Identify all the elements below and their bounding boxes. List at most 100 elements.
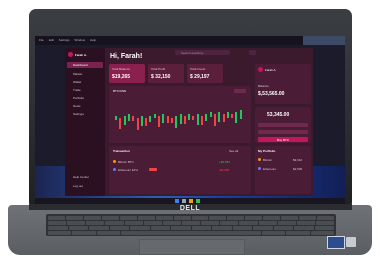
sidebar-item-settings[interactable]: Settings [73, 112, 84, 116]
sidebar-help[interactable]: Help Center [73, 175, 89, 179]
menu-settings[interactable]: Settings [59, 36, 70, 45]
candle [136, 118, 139, 130]
page-title: Hi, Farah! [110, 53, 143, 60]
portfolio-item-name: Ethereum [263, 167, 277, 171]
bitcoin-icon [113, 160, 116, 163]
taskbar [35, 198, 345, 204]
candle [140, 116, 143, 126]
candle [218, 112, 221, 122]
sidebar-item-news[interactable]: News [73, 104, 81, 108]
menu-window[interactable]: Window [74, 36, 85, 45]
candle [188, 114, 191, 120]
candle [127, 114, 130, 121]
ethereum-icon [113, 168, 116, 171]
app-menubar: File Edit Settings Window Help [35, 36, 345, 45]
stat-card-profit[interactable]: Total Profit $ 32,150 [148, 64, 184, 83]
chart-pair[interactable]: BTC/USD [113, 89, 126, 93]
portfolio-item-name: Bitcoin [263, 158, 273, 162]
bell-icon[interactable] [249, 50, 256, 55]
price-input[interactable] [258, 130, 308, 134]
portfolio-item-value: $2,530 [293, 167, 303, 171]
window-controls[interactable] [303, 36, 345, 45]
bitcoin-icon [258, 158, 261, 161]
folder-icon[interactable] [189, 199, 193, 203]
candle [149, 116, 152, 122]
transaction-name: Bitcoin BTC [118, 160, 134, 164]
sidebar-item-portfolio[interactable]: Portfolio [73, 96, 84, 100]
candle [115, 116, 117, 120]
candle [166, 116, 169, 123]
stat-card-invest[interactable]: Total Invest $ 29,197 [187, 64, 223, 83]
touchpad [139, 239, 245, 255]
sticker [346, 237, 356, 247]
candle [205, 114, 208, 121]
candle [231, 114, 234, 118]
stat-card-balance[interactable]: Total Balance $19,265 [109, 64, 145, 83]
laptop-screen: File Edit Settings Window Help Farah A. … [35, 36, 345, 204]
buy-value: 53,345.00 [267, 112, 290, 118]
profile-card: Farah A. Balance $,53,565.00 [255, 64, 311, 104]
candle [183, 116, 186, 124]
transactions-see-all[interactable]: See all [229, 149, 238, 153]
price-chart-panel: BTC/USD [109, 86, 251, 143]
candle [192, 116, 195, 120]
transactions-panel: Transaction See all Bitcoin BTC +$5,553 … [109, 146, 251, 194]
candle [226, 112, 229, 118]
candle [201, 116, 203, 125]
transaction-name: Ethereum ETH [118, 168, 138, 172]
candle [179, 114, 182, 124]
amount-input[interactable] [258, 123, 308, 127]
status-badge [149, 168, 157, 171]
candlestick-chart [115, 98, 245, 138]
candle [175, 116, 178, 128]
candle [239, 110, 242, 119]
menu-file[interactable]: File [39, 36, 44, 45]
candle [162, 114, 165, 123]
candle [170, 118, 173, 123]
browser-icon[interactable] [196, 199, 200, 203]
stat-value: $ 29,197 [190, 74, 210, 80]
profile-name: Farah A. [265, 68, 277, 72]
transaction-amount: -$2,350 [219, 168, 230, 172]
transactions-title: Transaction [113, 149, 130, 153]
stat-value: $ 32,150 [151, 74, 171, 80]
portfolio-panel: My Portfolio Bitcoin $9,310 Ethereum $2,… [255, 146, 311, 194]
candle [145, 118, 148, 126]
candle [196, 114, 199, 125]
buy-button[interactable]: Buy BTC [258, 137, 308, 142]
stat-label: Total Invest [190, 67, 206, 71]
sidebar-item-trade[interactable]: Trade [73, 88, 81, 92]
stat-value: $19,265 [112, 74, 131, 80]
candle [222, 114, 225, 122]
sidebar-item-label: Dashboard [73, 63, 88, 67]
search-icon[interactable] [182, 199, 186, 203]
avatar [68, 52, 73, 57]
portfolio-title: My Portfolio [258, 149, 276, 153]
sidebar-user-name: Farah A. [75, 53, 87, 57]
menu-help[interactable]: Help [90, 36, 96, 45]
sidebar-logout[interactable]: Log out [73, 184, 83, 188]
buy-card: 53,345.00 Buy BTC [255, 107, 311, 143]
candle [119, 118, 122, 129]
sidebar: Farah A. Dashboard Market Wallet Trade P… [65, 48, 105, 196]
candle [213, 114, 216, 126]
stat-label: Total Balance [112, 67, 131, 71]
stat-label: Total Profit [151, 67, 166, 71]
ethereum-icon [258, 167, 261, 170]
sidebar-item-market[interactable]: Market [73, 72, 82, 76]
candle [123, 116, 126, 125]
candle [209, 112, 212, 117]
menu-edit[interactable]: Edit [49, 36, 54, 45]
timeframe-select[interactable] [234, 89, 246, 93]
keyboard [46, 214, 336, 236]
candle [235, 112, 238, 123]
search-placeholder: Search anything... [181, 51, 206, 55]
candle [132, 116, 135, 121]
portfolio-item-value: $9,310 [293, 158, 303, 162]
processor-sticker [327, 236, 345, 249]
start-icon[interactable] [175, 199, 179, 203]
candle [153, 114, 156, 118]
transaction-amount: +$5,553 [219, 160, 230, 164]
avatar [258, 67, 263, 72]
sidebar-item-wallet[interactable]: Wallet [73, 80, 81, 84]
